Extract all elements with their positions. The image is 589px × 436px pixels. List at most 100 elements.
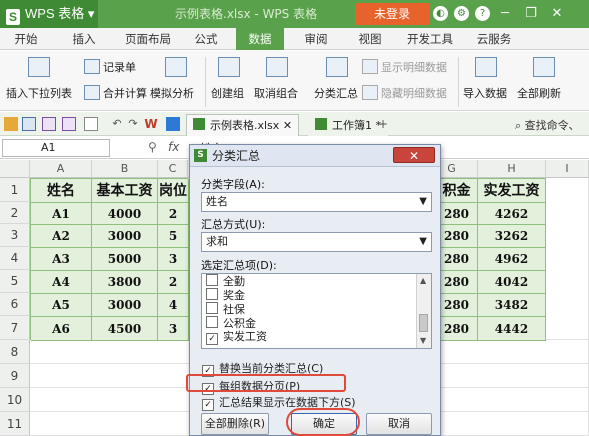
row-header[interactable]: 7 [0,316,30,340]
header-cell[interactable]: 基本工资 [92,179,158,203]
doc-tab-workbook1[interactable]: 工作簿1 * [308,114,388,136]
insert-function-button[interactable]: fx [168,140,179,154]
row-header[interactable]: 10 [0,388,30,412]
column-header[interactable]: A [30,160,92,178]
redo-icon[interactable]: ↷ [126,117,140,131]
delete-all-button[interactable]: 全部删除(R) [201,413,269,435]
zoom-cell-icon[interactable]: ⚲ [148,140,157,154]
record-form-button[interactable]: 记录单 [84,59,136,75]
checkbox[interactable] [206,274,218,286]
print-icon[interactable] [42,117,56,131]
table-cell[interactable]: 4000 [92,203,158,225]
checkbox[interactable] [206,288,218,300]
new-tab-icon[interactable]: + [378,117,394,131]
list-item[interactable]: 社保 [206,302,245,316]
table-cell[interactable]: 3000 [92,294,158,317]
method-select[interactable]: 求和 ▼ [201,232,432,252]
tab-insert[interactable]: 插入 [64,28,104,50]
merge-calc-button[interactable]: 合并计算 [84,85,147,101]
settings-icon[interactable]: ⚙ [454,6,469,21]
dialog-close-button[interactable]: ✕ [393,147,435,163]
table-cell[interactable]: 5 [158,225,189,248]
table-cell[interactable]: 4442 [478,317,546,341]
table-cell[interactable]: 280 [436,203,478,225]
table-cell[interactable]: 280 [436,248,478,271]
row-header[interactable]: 1 [0,178,30,202]
tab-developer[interactable]: 开发工具 [400,28,460,50]
tab-formula[interactable]: 公式 [186,28,226,50]
table-cell[interactable]: A4 [31,271,92,294]
select-all-corner[interactable] [0,160,30,178]
tab-home[interactable]: 开始 [6,28,46,50]
tab-review[interactable]: 审阅 [296,28,336,50]
refresh-all-button[interactable]: 全部刷新 [517,85,561,101]
list-item[interactable]: ✓ 实发工资 [206,330,267,345]
table-cell[interactable]: 2 [158,271,189,294]
row-header[interactable]: 8 [0,340,30,364]
tab-data[interactable]: 数据 [236,28,284,50]
checkbox-checked[interactable]: ✓ [202,399,214,411]
undo-icon[interactable]: ↶ [110,117,124,131]
hide-detail-button[interactable]: 隐藏明细数据 [362,85,447,101]
row-header[interactable]: 4 [0,247,30,270]
save-icon[interactable] [22,117,36,131]
table-cell[interactable]: A2 [31,225,92,248]
row-header[interactable]: 11 [0,412,30,436]
checkbox-checked[interactable]: ✓ [206,333,218,345]
import-data-button[interactable]: 导入数据 [463,85,507,101]
scroll-down-icon[interactable]: ▼ [420,336,426,345]
table-cell[interactable]: A1 [31,203,92,225]
checkbox[interactable] [206,302,218,314]
group-field-select[interactable]: 姓名 ▼ [201,192,432,212]
name-box[interactable]: A1 [2,139,110,157]
create-group-button[interactable]: 创建组 [211,85,244,101]
empty-column-i[interactable] [546,178,589,340]
column-header[interactable]: I [546,160,589,178]
table-cell[interactable]: A6 [31,317,92,341]
print-preview-icon[interactable] [62,117,76,131]
table-cell[interactable]: 4262 [478,203,546,225]
table-cell[interactable]: 2 [158,203,189,225]
format-painter-icon[interactable] [84,117,98,131]
column-header[interactable]: H [478,160,546,178]
table-cell[interactable]: A3 [31,248,92,271]
table-cell[interactable]: 280 [436,294,478,317]
close-window-button[interactable]: ✕ [545,3,569,25]
table-cell[interactable]: 280 [436,271,478,294]
row-header[interactable]: 6 [0,293,30,316]
tab-cloud[interactable]: 云服务 [466,28,522,50]
table-cell[interactable]: 3262 [478,225,546,248]
table-cell[interactable]: 5000 [92,248,158,271]
header-cell[interactable]: 实发工资 [478,179,546,203]
list-item[interactable]: 奖金 [206,288,245,302]
column-header[interactable]: C [158,160,188,178]
table-cell[interactable]: 4042 [478,271,546,294]
skin-icon[interactable]: ◐ [433,6,448,21]
list-item[interactable]: 全勤 [206,274,245,288]
table-cell[interactable]: 4962 [478,248,546,271]
summary-items-list[interactable]: 全勤 奖金 社保 公积金 ✓ 实发工资 ▲ ▼ [201,273,432,349]
header-cell[interactable]: 岗位 [158,179,189,203]
simulate-button[interactable]: 模拟分析 [150,85,194,101]
doc-tab-sample[interactable]: 示例表格.xlsx ✕ [186,114,300,136]
tab-page-layout[interactable]: 页面布局 [118,28,178,50]
table-cell[interactable]: A5 [31,294,92,317]
insert-dropdown-button[interactable]: 插入下拉列表 [6,85,72,101]
cancel-button[interactable]: 取消 [366,413,432,435]
table-cell[interactable]: 280 [436,225,478,248]
header-cell[interactable]: 姓名 [31,179,92,203]
row-header[interactable]: 9 [0,364,30,388]
row-header[interactable]: 5 [0,270,30,293]
column-header[interactable]: B [92,160,158,178]
list-scrollbar[interactable]: ▲ ▼ [416,274,431,348]
login-button[interactable]: 未登录 [355,3,429,25]
cloud-doc-icon[interactable] [166,117,180,131]
search-command[interactable]: ⌕ 查找命令、 [515,117,580,133]
scroll-thumb[interactable] [419,314,428,332]
minimize-button[interactable]: ─ [493,3,517,25]
table-cell[interactable]: 280 [436,317,478,341]
header-cell[interactable]: 积金 [436,179,478,203]
list-item[interactable]: 公积金 [206,316,256,330]
close-tab-icon[interactable]: ✕ [283,119,292,132]
ungroup-button[interactable]: 取消组合 [254,85,298,101]
